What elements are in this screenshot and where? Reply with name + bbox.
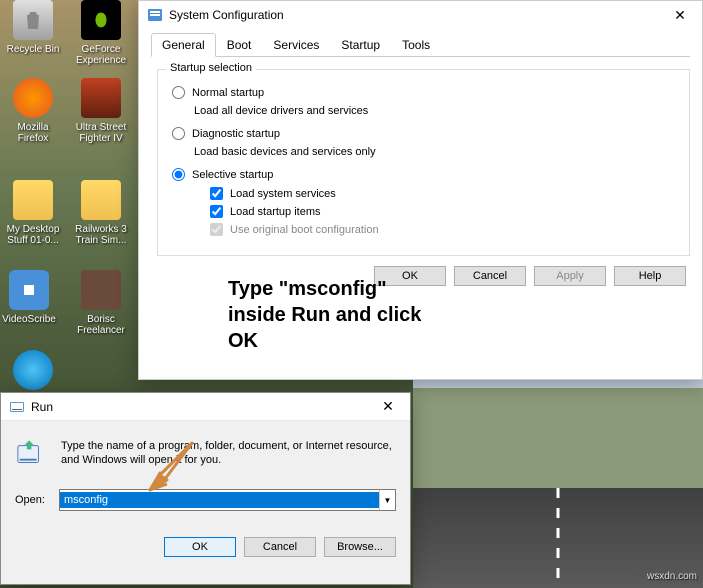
desktop-icon-label: My Desktop Stuff 01-0... xyxy=(4,224,62,246)
annotation-line: Type "msconfig" xyxy=(228,276,421,302)
desktop-icon-borisc[interactable]: Borisc Freelancer xyxy=(72,270,130,336)
check-label: Load startup items xyxy=(230,206,321,218)
watermark: wsxdn.com xyxy=(647,571,697,582)
sysconfig-icon xyxy=(147,7,163,23)
browse-button[interactable]: Browse... xyxy=(324,537,396,557)
desktop-icon-label: Recycle Bin xyxy=(4,44,62,55)
checkbox-input[interactable] xyxy=(210,187,223,200)
run-titlebar-icon xyxy=(9,399,25,415)
cancel-button[interactable]: Cancel xyxy=(454,266,526,286)
open-input[interactable] xyxy=(60,492,379,508)
titlebar[interactable]: Run ✕ xyxy=(1,393,410,421)
desktop-icon-recycle-bin[interactable]: Recycle Bin xyxy=(4,0,62,55)
close-button[interactable]: ✕ xyxy=(368,396,408,418)
tab-services[interactable]: Services xyxy=(262,33,330,57)
desktop-icon-folder2[interactable]: Railworks 3 Train Sim... xyxy=(72,180,130,246)
diagnostic-desc: Load basic devices and services only xyxy=(194,146,675,158)
instruction-annotation: Type "msconfig" inside Run and click OK xyxy=(228,276,421,354)
firefox-icon xyxy=(13,78,53,118)
open-combobox[interactable]: ▼ xyxy=(59,489,396,511)
run-dialog: Run ✕ Type the name of a program, folder… xyxy=(0,392,411,585)
cancel-button[interactable]: Cancel xyxy=(244,537,316,557)
radio-input[interactable] xyxy=(172,86,185,99)
desktop-icon-label: GeForce Experience xyxy=(72,44,130,66)
annotation-line: inside Run and click xyxy=(228,302,421,328)
group-legend: Startup selection xyxy=(166,62,256,74)
window-title: Run xyxy=(31,400,53,414)
apply-button[interactable]: Apply xyxy=(534,266,606,286)
dropdown-arrow-icon[interactable]: ▼ xyxy=(379,490,395,510)
desktop-icon-label: Borisc Freelancer xyxy=(72,314,130,336)
desktop-icon-label: Ultra Street Fighter IV xyxy=(72,122,130,144)
check-label: Use original boot configuration xyxy=(230,224,379,236)
normal-desc: Load all device drivers and services xyxy=(194,105,675,117)
desktop-icon-videoscribe[interactable]: VideoScribe xyxy=(0,270,58,325)
check-label: Load system services xyxy=(230,188,336,200)
game-icon xyxy=(81,78,121,118)
run-dialog-icon xyxy=(15,439,47,471)
folder-icon xyxy=(81,180,121,220)
nvidia-icon xyxy=(81,0,121,40)
desktop-icon-label: VideoScribe xyxy=(0,314,58,325)
radio-label: Normal startup xyxy=(192,87,264,99)
open-label: Open: xyxy=(15,494,47,506)
desktop-icon-ie[interactable] xyxy=(4,350,62,394)
desktop-icon-label: Mozilla Firefox xyxy=(4,122,62,144)
check-load-system-services[interactable]: Load system services xyxy=(210,187,675,200)
tab-startup[interactable]: Startup xyxy=(330,33,391,57)
startup-selection-group: Startup selection Normal startup Load al… xyxy=(157,69,690,256)
tab-boot[interactable]: Boot xyxy=(216,33,263,57)
radio-label: Diagnostic startup xyxy=(192,128,280,140)
desktop-icon-label: Railworks 3 Train Sim... xyxy=(72,224,130,246)
tab-strip: General Boot Services Startup Tools xyxy=(151,33,690,57)
titlebar[interactable]: System Configuration ✕ xyxy=(139,1,702,29)
radio-label: Selective startup xyxy=(192,169,273,181)
radio-input[interactable] xyxy=(172,168,185,181)
button-row: OK Cancel Browse... xyxy=(15,537,396,557)
radio-normal-startup[interactable]: Normal startup xyxy=(172,86,675,99)
checkbox-input[interactable] xyxy=(210,205,223,218)
ok-button[interactable]: OK xyxy=(164,537,236,557)
desktop-icon-folder1[interactable]: My Desktop Stuff 01-0... xyxy=(4,180,62,246)
check-original-boot-config: Use original boot configuration xyxy=(210,223,675,236)
checkbox-input xyxy=(210,223,223,236)
folder-icon xyxy=(13,180,53,220)
help-button[interactable]: Help xyxy=(614,266,686,286)
window-title: System Configuration xyxy=(169,8,284,22)
desktop-icon-fighter[interactable]: Ultra Street Fighter IV xyxy=(72,78,130,144)
ie-icon xyxy=(13,350,53,390)
check-load-startup-items[interactable]: Load startup items xyxy=(210,205,675,218)
run-description: Type the name of a program, folder, docu… xyxy=(61,439,396,471)
tab-general[interactable]: General xyxy=(151,33,216,57)
close-button[interactable]: ✕ xyxy=(660,4,700,26)
radio-selective-startup[interactable]: Selective startup xyxy=(172,168,675,181)
radio-input[interactable] xyxy=(172,127,185,140)
desktop-icon-geforce[interactable]: GeForce Experience xyxy=(72,0,130,66)
recycle-bin-icon xyxy=(13,0,53,40)
desktop-icon-firefox[interactable]: Mozilla Firefox xyxy=(4,78,62,144)
annotation-line: OK xyxy=(228,328,421,354)
tab-tools[interactable]: Tools xyxy=(391,33,441,57)
videoscribe-icon xyxy=(9,270,49,310)
radio-diagnostic-startup[interactable]: Diagnostic startup xyxy=(172,127,675,140)
app-icon xyxy=(81,270,121,310)
